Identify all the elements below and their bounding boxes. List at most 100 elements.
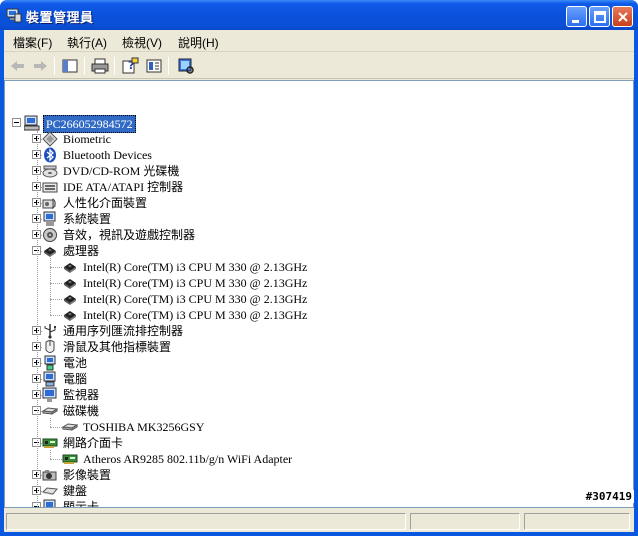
tree-label: Atheros AR9285 802.11b/g/n WiFi Adapter bbox=[83, 452, 293, 466]
tree-device[interactable]: Intel(R) Core(TM) i3 CPU M 330 @ 2.13GHz bbox=[5, 307, 625, 323]
cpu-icon bbox=[62, 259, 78, 275]
forward-arrow-icon[interactable] bbox=[30, 56, 50, 76]
tree-category[interactable]: Biometric bbox=[5, 131, 625, 147]
tree-category[interactable]: DVD/CD-ROM 光碟機 bbox=[5, 163, 625, 179]
tree-label: 人性化介面裝置 bbox=[63, 196, 148, 210]
tree-label: 處理器 bbox=[63, 244, 100, 258]
status-panel-main bbox=[6, 513, 406, 530]
disk-drive-icon bbox=[41, 403, 59, 419]
usb-icon bbox=[42, 323, 58, 339]
show-hide-tree-icon[interactable] bbox=[60, 56, 80, 76]
minimize-button[interactable] bbox=[566, 6, 587, 27]
tree-category[interactable]: 顯示卡 bbox=[5, 499, 625, 508]
tree-label: Intel(R) Core(TM) i3 CPU M 330 @ 2.13GHz bbox=[83, 292, 308, 306]
tree-label: TOSHIBA MK3256GSY bbox=[83, 420, 205, 434]
tree-category[interactable]: 電池 bbox=[5, 355, 625, 371]
cpu-icon bbox=[62, 275, 78, 291]
menu-view[interactable]: 檢視(V) bbox=[122, 34, 162, 51]
tree-label: DVD/CD-ROM 光碟機 bbox=[63, 164, 180, 178]
window-title: 裝置管理員 bbox=[26, 10, 94, 25]
status-bar bbox=[4, 510, 634, 532]
maximize-icon bbox=[594, 11, 606, 23]
tree-category[interactable]: 電腦 bbox=[5, 371, 625, 387]
tree-category[interactable]: 通用序列匯流排控制器 bbox=[5, 323, 625, 339]
tree-label: Bluetooth Devices bbox=[63, 148, 152, 162]
keyboard-icon bbox=[41, 483, 58, 499]
minimize-icon bbox=[572, 20, 579, 23]
tree-category[interactable]: 音效，視訊及遊戲控制器 bbox=[5, 227, 625, 243]
tree-device[interactable]: Intel(R) Core(TM) i3 CPU M 330 @ 2.13GHz bbox=[5, 259, 625, 275]
ide-controller-icon bbox=[42, 179, 58, 195]
menu-help[interactable]: 說明(H) bbox=[178, 34, 219, 51]
tree-label: IDE ATA/ATAPI 控制器 bbox=[63, 180, 184, 194]
tree-category[interactable]: 鍵盤 bbox=[5, 483, 625, 499]
tree-label: Intel(R) Core(TM) i3 CPU M 330 @ 2.13GHz bbox=[83, 308, 308, 322]
monitor-icon bbox=[42, 387, 58, 403]
biometric-icon bbox=[42, 131, 58, 147]
scan-hardware-icon[interactable] bbox=[176, 56, 196, 76]
print-icon[interactable] bbox=[90, 56, 110, 76]
tree-label: 系統裝置 bbox=[63, 212, 112, 226]
menu-bar: 檔案(F) 執行(A) 檢視(V) 說明(H) bbox=[4, 30, 634, 52]
device-manager-window: 裝置管理員 檔案(F) 執行(A) 檢視(V) 說明(H) ? PC266052… bbox=[0, 0, 638, 536]
mouse-icon bbox=[42, 339, 58, 355]
tree-label: 顯示卡 bbox=[63, 500, 100, 508]
tree-label: 電腦 bbox=[63, 372, 88, 386]
tree-category[interactable]: Bluetooth Devices bbox=[5, 147, 625, 163]
tree-device[interactable]: Intel(R) Core(TM) i3 CPU M 330 @ 2.13GHz bbox=[5, 275, 625, 291]
tree-device[interactable]: TOSHIBA MK3256GSY bbox=[5, 419, 625, 435]
tree-category[interactable]: 處理器 bbox=[5, 243, 625, 259]
display-adapter-icon bbox=[42, 499, 58, 507]
menu-action[interactable]: 執行(A) bbox=[67, 34, 107, 51]
back-arrow-icon[interactable] bbox=[8, 56, 28, 76]
properties-help-icon[interactable]: ? bbox=[120, 56, 140, 76]
menu-file[interactable]: 檔案(F) bbox=[13, 34, 52, 51]
device-manager-icon bbox=[6, 8, 22, 23]
tree-label: 監視器 bbox=[63, 388, 100, 402]
tree-category[interactable]: 滑鼠及其他指標裝置 bbox=[5, 339, 625, 355]
tree-category[interactable]: 人性化介面裝置 bbox=[5, 195, 625, 211]
tree-label: 音效，視訊及遊戲控制器 bbox=[63, 228, 196, 242]
network-adapter-icon bbox=[42, 435, 58, 451]
tree-category[interactable]: 系統裝置 bbox=[5, 211, 625, 227]
status-panel-2 bbox=[410, 513, 520, 530]
tree-category[interactable]: IDE ATA/ATAPI 控制器 bbox=[5, 179, 625, 195]
maximize-button[interactable] bbox=[589, 6, 610, 27]
client-area: 檔案(F) 執行(A) 檢視(V) 說明(H) ? PC266052984572… bbox=[4, 30, 634, 532]
tree-category[interactable]: 網路介面卡 bbox=[5, 435, 625, 451]
status-panel-3 bbox=[524, 513, 630, 530]
computer-node-icon bbox=[42, 371, 58, 387]
toolbar: ? bbox=[4, 53, 634, 79]
tree-device[interactable]: Atheros AR9285 802.11b/g/n WiFi Adapter bbox=[5, 451, 625, 467]
bluetooth-icon bbox=[42, 147, 58, 163]
title-bar[interactable]: 裝置管理員 bbox=[0, 0, 638, 30]
device-tree[interactable]: PC266052984572 Biometric Bluetooth Devices… bbox=[4, 80, 634, 508]
imaging-icon bbox=[42, 467, 58, 483]
tree-category[interactable]: 監視器 bbox=[5, 387, 625, 403]
watermark: #307419 bbox=[583, 490, 634, 503]
hid-icon bbox=[42, 195, 58, 211]
tree-label: 通用序列匯流排控制器 bbox=[63, 324, 184, 338]
network-card-icon bbox=[62, 451, 78, 467]
tree-category[interactable]: 磁碟機 bbox=[5, 403, 625, 419]
tree-label: Intel(R) Core(TM) i3 CPU M 330 @ 2.13GHz bbox=[83, 260, 308, 274]
close-button[interactable] bbox=[612, 6, 633, 27]
tree-root[interactable]: PC266052984572 bbox=[5, 115, 625, 133]
tree-label: 電池 bbox=[63, 356, 88, 370]
tree-device[interactable]: Intel(R) Core(TM) i3 CPU M 330 @ 2.13GHz bbox=[5, 291, 625, 307]
tree-label: 磁碟機 bbox=[63, 404, 100, 418]
system-devices-icon bbox=[42, 211, 58, 227]
tree-label: Intel(R) Core(TM) i3 CPU M 330 @ 2.13GHz bbox=[83, 276, 308, 290]
tree-label: 滑鼠及其他指標裝置 bbox=[63, 340, 172, 354]
close-icon bbox=[618, 12, 628, 22]
tree-label: 影像裝置 bbox=[63, 468, 112, 482]
cpu-icon bbox=[62, 291, 78, 307]
processor-icon bbox=[42, 243, 58, 259]
tree-label: 鍵盤 bbox=[63, 484, 88, 498]
properties-icon[interactable] bbox=[144, 56, 164, 76]
sound-icon bbox=[42, 227, 58, 243]
cpu-icon bbox=[62, 307, 78, 323]
tree-category[interactable]: 影像裝置 bbox=[5, 467, 625, 483]
battery-icon bbox=[42, 355, 58, 371]
disk-icon bbox=[61, 419, 79, 435]
